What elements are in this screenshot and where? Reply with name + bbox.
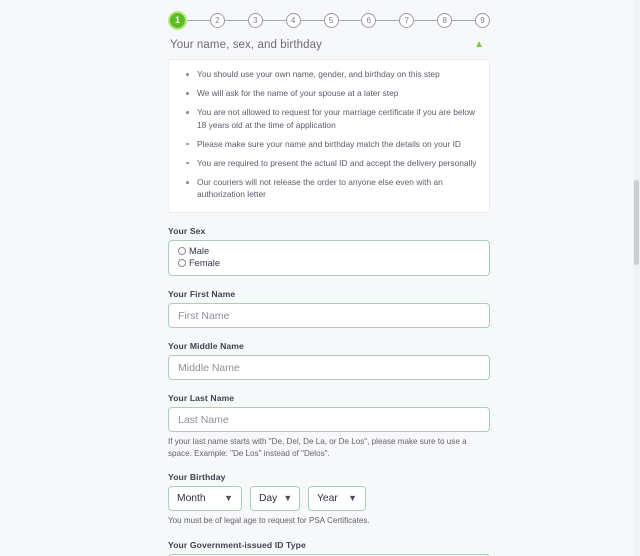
stepper-step-5[interactable]: 5 xyxy=(323,13,339,28)
stepper-connector xyxy=(187,20,210,21)
first-name-input[interactable] xyxy=(168,303,490,329)
stepper-connector xyxy=(224,20,248,21)
radio-option-female[interactable]: Female xyxy=(178,257,480,268)
stepper-step-4[interactable]: 4 xyxy=(285,13,301,28)
stepper-connector xyxy=(452,20,475,21)
section-title: Your name, sex, and birthday xyxy=(170,39,322,51)
last-name-help-text: If your last name starts with "De, Del, … xyxy=(168,437,467,458)
birthday-month-value: Month xyxy=(177,493,206,505)
section-header[interactable]: Your name, sex, and birthday ▲ xyxy=(168,36,490,59)
sex-label: Your Sex xyxy=(168,225,206,236)
chevron-down-icon: ▼ xyxy=(283,493,293,504)
radio-label-female: Female xyxy=(189,257,221,268)
radio-option-male[interactable]: Male xyxy=(178,245,480,256)
birthday-day-select[interactable]: Day ▼ xyxy=(250,486,300,512)
form-column: 1 2 3 4 5 6 7 8 9 Your name, sex, and bi… xyxy=(168,0,490,556)
sex-radio-group: Male Female xyxy=(168,239,490,277)
info-note-list: You should use your own name, gender, an… xyxy=(181,68,477,201)
birthday-month-select[interactable]: Month ▼ xyxy=(168,486,242,512)
list-item: You are required to present the actual I… xyxy=(186,157,477,168)
list-item: You should use your own name, gender, an… xyxy=(186,68,477,80)
info-card: You should use your own name, gender, an… xyxy=(168,59,490,213)
list-item: Our couriers will not release the order … xyxy=(186,176,477,200)
page-root: 1 2 3 4 5 6 7 8 9 Your name, sex, and bi… xyxy=(0,0,640,556)
stepper-step-8[interactable]: 8 xyxy=(437,13,453,28)
birthday-help-text: You must be of legal age to request for … xyxy=(168,516,370,526)
stepper-connector xyxy=(262,20,286,21)
page-scrollbar[interactable] xyxy=(633,0,640,556)
progress-stepper: 1 2 3 4 5 6 7 8 9 xyxy=(168,0,490,36)
middle-name-label: Your Middle Name xyxy=(168,341,244,352)
stepper-step-7[interactable]: 7 xyxy=(399,13,415,28)
list-item: You are not allowed to request for your … xyxy=(186,107,476,130)
birthday-day-value: Day xyxy=(259,493,278,505)
field-middle-name: Your Middle Name xyxy=(168,341,490,381)
birthday-select-row: Month ▼ Day ▼ Year ▼ xyxy=(168,486,490,512)
radio-label-male: Male xyxy=(189,245,210,256)
birthday-year-select[interactable]: Year ▼ xyxy=(308,486,366,512)
id-type-label: Your Government-issued ID Type xyxy=(168,539,306,550)
field-last-name: Your Last Name If your last name starts … xyxy=(168,393,490,459)
stepper-connector xyxy=(414,20,438,21)
field-id-type: Your Government-issued ID Type - Select … xyxy=(168,540,490,556)
stepper-step-1[interactable]: 1 xyxy=(168,11,187,30)
chevron-down-icon: ▼ xyxy=(348,493,357,504)
middle-name-input[interactable] xyxy=(168,355,490,381)
radio-icon[interactable] xyxy=(178,247,186,256)
field-birthday: Your Birthday Month ▼ Day ▼ Year ▼ You m… xyxy=(168,472,490,526)
list-item: We will ask for the name of your spouse … xyxy=(186,87,477,99)
stepper-connector xyxy=(300,20,324,21)
field-first-name: Your First Name xyxy=(168,289,490,329)
stepper-connector xyxy=(338,20,362,21)
list-item: Please make sure your name and birthday … xyxy=(186,138,477,150)
stepper-step-2[interactable]: 2 xyxy=(209,13,225,28)
scrollbar-thumb[interactable] xyxy=(634,180,639,265)
first-name-label: Your First Name xyxy=(168,289,236,300)
stepper-connector xyxy=(376,20,400,21)
last-name-label: Your Last Name xyxy=(168,393,235,404)
field-sex: Your Sex Male Female xyxy=(168,226,490,277)
birthday-label: Your Birthday xyxy=(168,472,226,483)
stepper-step-3[interactable]: 3 xyxy=(247,13,263,28)
stepper-step-6[interactable]: 6 xyxy=(361,13,377,28)
last-name-input[interactable] xyxy=(168,407,490,433)
chevron-up-icon[interactable]: ▲ xyxy=(474,40,488,50)
radio-icon[interactable] xyxy=(178,259,186,268)
birthday-year-value: Year xyxy=(317,493,338,505)
stepper-step-9[interactable]: 9 xyxy=(475,13,490,28)
chevron-down-icon: ▼ xyxy=(224,493,233,504)
